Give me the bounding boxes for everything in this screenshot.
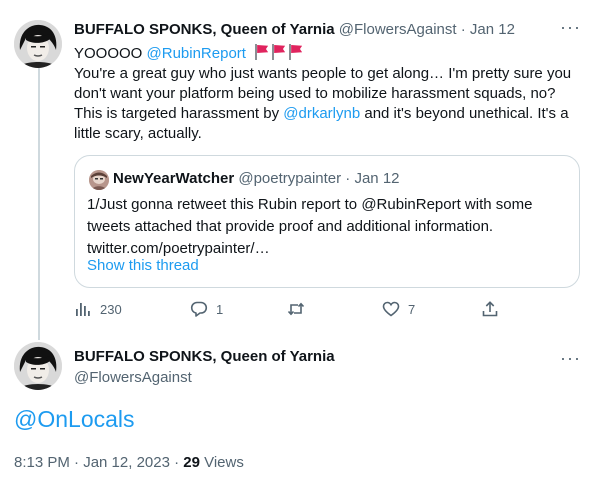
author-name[interactable]: BUFFALO SPONKS, Queen of Yarnia	[74, 348, 335, 365]
tweet-timestamp[interactable]: 8:13 PM · Jan 12, 2023 ·	[14, 454, 183, 471]
avatar[interactable]	[89, 170, 109, 190]
tweet-greeting: YOOOOO	[74, 45, 147, 62]
mention-link[interactable]: @OnLocals	[14, 406, 135, 433]
like-count: 7	[408, 301, 416, 317]
avatar[interactable]	[14, 20, 62, 68]
tweet-metadata: 8:13 PM · Jan 12, 2023 · 29 Views	[14, 454, 244, 471]
quoted-author-handle[interactable]: @poetrypainter	[238, 170, 341, 187]
reply-button[interactable]: 1	[190, 300, 223, 318]
avatar-image	[14, 20, 62, 68]
views-count: 230	[100, 301, 122, 317]
avatar-image	[89, 170, 109, 190]
quoted-tweet-date[interactable]: Jan 12	[354, 170, 399, 187]
quoted-tweet-header: NewYearWatcher @poetrypainter · Jan 12	[113, 170, 400, 187]
red-flag-icon	[288, 44, 302, 60]
tweet-header: BUFFALO SPONKS, Queen of Yarnia @Flowers…	[74, 21, 515, 38]
heart-icon	[382, 301, 400, 317]
tweet-paragraph: You're a great guy who just wants people…	[74, 64, 579, 144]
views-button[interactable]: 230	[74, 300, 122, 318]
tweet-action-bar: 230 1 7	[74, 300, 504, 322]
red-flag-icon	[254, 44, 268, 60]
avatar-image	[14, 342, 62, 390]
analytics-icon	[76, 303, 90, 316]
more-options-icon[interactable]: ···	[560, 349, 581, 367]
flags-group	[254, 44, 302, 60]
avatar[interactable]	[14, 342, 62, 390]
retweet-icon	[287, 302, 305, 316]
mention-link[interactable]: @RubinReport	[147, 45, 246, 62]
tweet-first-line: YOOOOO @RubinReport	[74, 44, 579, 64]
separator-dot: ·	[345, 170, 351, 187]
author-handle[interactable]: @FlowersAgainst	[339, 21, 457, 38]
more-options-icon[interactable]: ···	[560, 18, 581, 36]
share-button[interactable]	[481, 300, 499, 318]
views-count: 29	[183, 454, 200, 471]
show-thread-link[interactable]: Show this thread	[87, 257, 199, 274]
author-name[interactable]: BUFFALO SPONKS, Queen of Yarnia	[74, 21, 335, 38]
quoted-tweet-text: 1/Just gonna retweet this Rubin report t…	[87, 196, 533, 257]
separator-dot: ·	[460, 21, 466, 38]
reply-count: 1	[216, 301, 224, 317]
author-handle[interactable]: @FlowersAgainst	[74, 369, 192, 386]
like-button[interactable]: 7	[382, 300, 415, 318]
thread-connector-line	[38, 68, 40, 340]
retweet-button[interactable]	[287, 300, 313, 318]
share-icon	[482, 301, 498, 317]
quoted-author-name[interactable]: NewYearWatcher	[113, 170, 234, 187]
reply-icon	[190, 301, 208, 317]
tweet-text: YOOOOO @RubinReport You're a great guy w…	[74, 44, 579, 144]
tweet-date[interactable]: Jan 12	[470, 21, 515, 38]
quoted-tweet[interactable]: NewYearWatcher @poetrypainter · Jan 12 1…	[74, 155, 580, 288]
red-flag-icon	[271, 44, 285, 60]
views-label: Views	[199, 454, 244, 471]
mention-link[interactable]: @drkarlynb	[283, 105, 360, 122]
